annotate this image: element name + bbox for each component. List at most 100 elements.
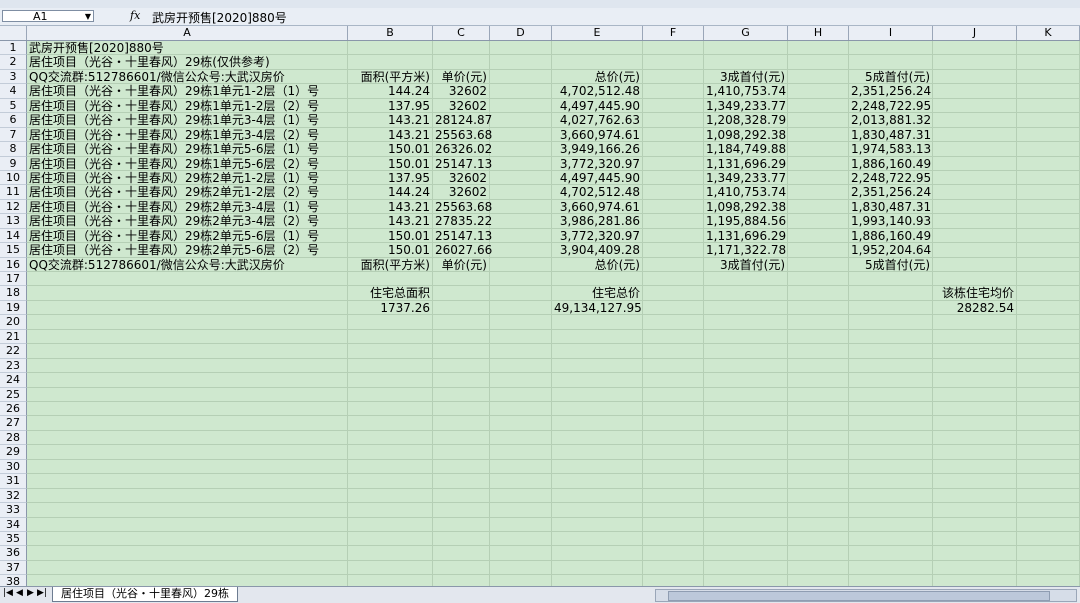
- sheet-tab-active[interactable]: 居住项目（光谷・十里春风）29栋: [52, 587, 238, 602]
- cell-i29[interactable]: [849, 445, 933, 460]
- cell-j10[interactable]: [933, 170, 1017, 186]
- cell-f36[interactable]: [643, 546, 704, 561]
- cell-i27[interactable]: [849, 416, 933, 431]
- cell-b12[interactable]: 143.21: [348, 199, 433, 215]
- cell-i26[interactable]: [849, 402, 933, 417]
- cell-g29[interactable]: [704, 445, 788, 460]
- cell-h8[interactable]: [788, 142, 849, 157]
- cell-c11[interactable]: 32602: [433, 185, 490, 200]
- cell-k23[interactable]: [1017, 358, 1080, 374]
- cell-a37[interactable]: [27, 560, 348, 576]
- row-header[interactable]: 5: [0, 98, 27, 114]
- cell-h19[interactable]: [788, 300, 849, 316]
- cell-g38[interactable]: [704, 575, 788, 586]
- cell-i37[interactable]: [849, 560, 933, 576]
- cell-a20[interactable]: [27, 315, 348, 330]
- row-header[interactable]: 21: [0, 329, 27, 345]
- cell-d3[interactable]: [490, 69, 552, 85]
- cell-k2[interactable]: [1017, 55, 1080, 70]
- cell-f1[interactable]: [643, 41, 704, 56]
- cell-k15[interactable]: [1017, 243, 1080, 258]
- cell-k4[interactable]: [1017, 84, 1080, 99]
- cell-f30[interactable]: [643, 459, 704, 475]
- cell-e18[interactable]: 住宅总价: [552, 286, 643, 301]
- cell-i18[interactable]: [849, 286, 933, 301]
- cell-d25[interactable]: [490, 387, 552, 402]
- cell-h3[interactable]: [788, 69, 849, 85]
- column-header-b[interactable]: B: [348, 26, 433, 40]
- cell-b36[interactable]: [348, 546, 433, 561]
- column-header-e[interactable]: E: [552, 26, 643, 40]
- cell-f32[interactable]: [643, 488, 704, 504]
- cell-j19[interactable]: 28282.54: [933, 300, 1017, 316]
- row-header[interactable]: 31: [0, 474, 27, 489]
- cell-a25[interactable]: [27, 387, 348, 402]
- cell-g26[interactable]: [704, 402, 788, 417]
- next-sheet-icon[interactable]: ▶: [27, 588, 34, 598]
- cell-d15[interactable]: [490, 243, 552, 258]
- cell-i7[interactable]: 1,830,487.31: [849, 127, 933, 143]
- cell-f35[interactable]: [643, 531, 704, 547]
- row-header[interactable]: 29: [0, 445, 27, 460]
- cell-d28[interactable]: [490, 430, 552, 446]
- cell-a9[interactable]: 居住项目（光谷・十里春风）29栋1单元5-6层（2）号: [27, 156, 348, 171]
- cell-c35[interactable]: [433, 531, 490, 547]
- cell-k20[interactable]: [1017, 315, 1080, 330]
- cell-e29[interactable]: [552, 445, 643, 460]
- cell-j32[interactable]: [933, 488, 1017, 504]
- cell-a32[interactable]: [27, 488, 348, 504]
- cell-a10[interactable]: 居住项目（光谷・十里春风）29栋2单元1-2层（1）号: [27, 170, 348, 186]
- cell-d24[interactable]: [490, 373, 552, 388]
- chevron-down-icon[interactable]: ▼: [85, 11, 91, 23]
- cell-c33[interactable]: [433, 503, 490, 518]
- row-header[interactable]: 16: [0, 257, 27, 273]
- cell-k14[interactable]: [1017, 228, 1080, 244]
- cell-i35[interactable]: [849, 531, 933, 547]
- cell-b16[interactable]: 面积(平方米): [348, 257, 433, 273]
- cell-k16[interactable]: [1017, 257, 1080, 273]
- cell-a24[interactable]: [27, 373, 348, 388]
- cell-c20[interactable]: [433, 315, 490, 330]
- cell-c16[interactable]: 单价(元): [433, 257, 490, 273]
- cell-c10[interactable]: 32602: [433, 170, 490, 186]
- cell-c32[interactable]: [433, 488, 490, 504]
- cell-h32[interactable]: [788, 488, 849, 504]
- cell-g12[interactable]: 1,098,292.38: [704, 199, 788, 215]
- cell-b3[interactable]: 面积(平方米): [348, 69, 433, 85]
- cell-d5[interactable]: [490, 98, 552, 114]
- cell-j7[interactable]: [933, 127, 1017, 143]
- cell-a7[interactable]: 居住项目（光谷・十里春风）29栋1单元3-4层（2）号: [27, 127, 348, 143]
- cell-k38[interactable]: [1017, 575, 1080, 586]
- cell-f8[interactable]: [643, 142, 704, 157]
- cell-j38[interactable]: [933, 575, 1017, 586]
- cell-k30[interactable]: [1017, 459, 1080, 475]
- row-header[interactable]: 23: [0, 358, 27, 374]
- cell-g3[interactable]: 3成首付(元): [704, 69, 788, 85]
- cell-f38[interactable]: [643, 575, 704, 586]
- cell-e3[interactable]: 总价(元): [552, 69, 643, 85]
- cell-b26[interactable]: [348, 402, 433, 417]
- cell-k18[interactable]: [1017, 286, 1080, 301]
- cell-e23[interactable]: [552, 358, 643, 374]
- row-header[interactable]: 20: [0, 315, 27, 330]
- cell-i38[interactable]: [849, 575, 933, 586]
- cell-j26[interactable]: [933, 402, 1017, 417]
- cell-f27[interactable]: [643, 416, 704, 431]
- cell-i2[interactable]: [849, 55, 933, 70]
- cell-a17[interactable]: [27, 272, 348, 287]
- cell-c7[interactable]: 25563.68: [433, 127, 492, 143]
- cell-f12[interactable]: [643, 199, 704, 215]
- cell-c5[interactable]: 32602: [433, 98, 490, 114]
- cell-h16[interactable]: [788, 257, 849, 273]
- row-header[interactable]: 12: [0, 199, 27, 215]
- cell-c12[interactable]: 25563.68: [433, 199, 492, 215]
- row-header[interactable]: 30: [0, 459, 27, 475]
- cell-j3[interactable]: [933, 69, 1017, 85]
- cell-c21[interactable]: [433, 329, 490, 345]
- cell-j20[interactable]: [933, 315, 1017, 330]
- cell-d31[interactable]: [490, 474, 552, 489]
- cell-e5[interactable]: 4,497,445.90: [552, 98, 643, 114]
- cell-c23[interactable]: [433, 358, 490, 374]
- column-header-d[interactable]: D: [490, 26, 552, 40]
- cell-g11[interactable]: 1,410,753.74: [704, 185, 788, 200]
